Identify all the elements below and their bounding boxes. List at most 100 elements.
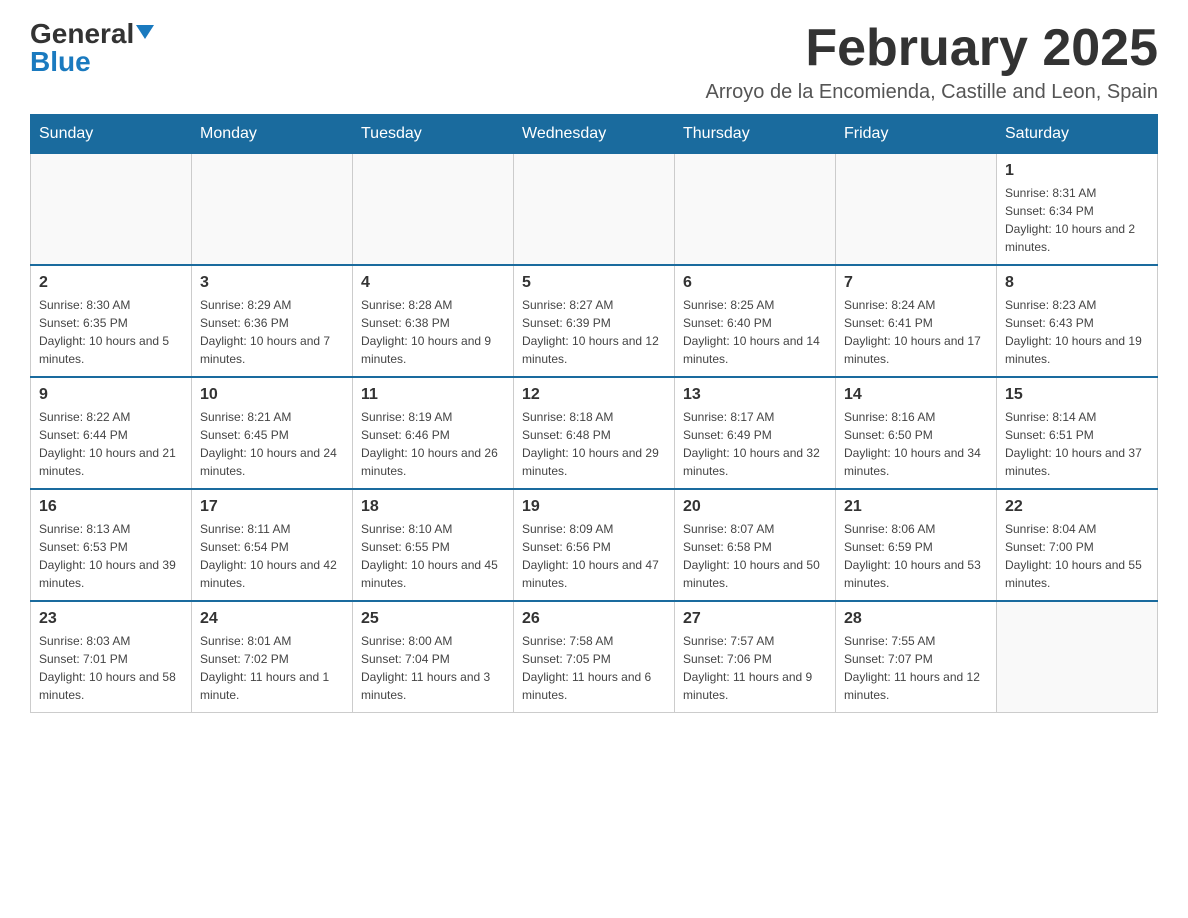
calendar-cell [514, 154, 675, 266]
day-number: 8 [1005, 274, 1149, 292]
calendar-cell: 15 Sunrise: 8:14 AMSunset: 6:51 PMDayligh… [997, 377, 1158, 489]
day-number: 3 [200, 274, 344, 292]
calendar-cell: 24 Sunrise: 8:01 AMSunset: 7:02 PMDayligh… [192, 601, 353, 713]
day-number: 19 [522, 498, 666, 516]
day-info: Sunrise: 8:09 AMSunset: 6:56 PMDaylight:… [522, 520, 666, 592]
calendar-cell: 17 Sunrise: 8:11 AMSunset: 6:54 PMDayligh… [192, 489, 353, 601]
calendar-cell: 28 Sunrise: 7:55 AMSunset: 7:07 PMDayligh… [836, 601, 997, 713]
calendar-cell: 8 Sunrise: 8:23 AMSunset: 6:43 PMDaylight… [997, 265, 1158, 377]
title-section: February 2025 Arroyo de la Encomienda, C… [706, 20, 1159, 104]
logo: GeneralBlue [30, 20, 154, 76]
column-header-thursday: Thursday [675, 115, 836, 154]
day-number: 20 [683, 498, 827, 516]
day-number: 5 [522, 274, 666, 292]
day-info: Sunrise: 8:16 AMSunset: 6:50 PMDaylight:… [844, 408, 988, 480]
day-number: 9 [39, 386, 183, 404]
day-number: 17 [200, 498, 344, 516]
calendar-cell: 9 Sunrise: 8:22 AMSunset: 6:44 PMDaylight… [31, 377, 192, 489]
column-header-wednesday: Wednesday [514, 115, 675, 154]
day-info: Sunrise: 8:21 AMSunset: 6:45 PMDaylight:… [200, 408, 344, 480]
logo-blue-text: Blue [30, 46, 91, 77]
calendar-cell: 7 Sunrise: 8:24 AMSunset: 6:41 PMDaylight… [836, 265, 997, 377]
day-info: Sunrise: 8:00 AMSunset: 7:04 PMDaylight:… [361, 632, 505, 704]
calendar-cell: 11 Sunrise: 8:19 AMSunset: 6:46 PMDayligh… [353, 377, 514, 489]
day-number: 14 [844, 386, 988, 404]
calendar-cell: 25Sunrise: 8:00 AMSunset: 7:04 PMDayligh… [353, 601, 514, 713]
day-info: Sunrise: 8:01 AMSunset: 7:02 PMDaylight:… [200, 632, 344, 704]
calendar-cell [31, 154, 192, 266]
logo-text: GeneralBlue [30, 20, 154, 76]
day-number: 22 [1005, 498, 1149, 516]
day-number: 7 [844, 274, 988, 292]
logo-triangle-icon [136, 25, 154, 39]
calendar-cell: 12 Sunrise: 8:18 AMSunset: 6:48 PMDayligh… [514, 377, 675, 489]
day-info: Sunrise: 7:57 AMSunset: 7:06 PMDaylight:… [683, 632, 827, 704]
calendar-cell: 27 Sunrise: 7:57 AMSunset: 7:06 PMDayligh… [675, 601, 836, 713]
day-number: 21 [844, 498, 988, 516]
column-header-monday: Monday [192, 115, 353, 154]
calendar-header-row: SundayMondayTuesdayWednesdayThursdayFrid… [31, 115, 1158, 154]
calendar-week-row: 2Sunrise: 8:30 AMSunset: 6:35 PMDaylight… [31, 265, 1158, 377]
day-info: Sunrise: 8:18 AMSunset: 6:48 PMDaylight:… [522, 408, 666, 480]
calendar-cell [192, 154, 353, 266]
day-number: 1 [1005, 162, 1149, 180]
calendar-cell [997, 601, 1158, 713]
calendar-cell [675, 154, 836, 266]
day-info: Sunrise: 8:10 AMSunset: 6:55 PMDaylight:… [361, 520, 505, 592]
column-header-sunday: Sunday [31, 115, 192, 154]
day-number: 28 [844, 610, 988, 628]
day-number: 6 [683, 274, 827, 292]
day-number: 24 [200, 610, 344, 628]
day-info: Sunrise: 8:11 AMSunset: 6:54 PMDaylight:… [200, 520, 344, 592]
day-info: Sunrise: 8:14 AMSunset: 6:51 PMDaylight:… [1005, 408, 1149, 480]
day-info: Sunrise: 8:07 AMSunset: 6:58 PMDaylight:… [683, 520, 827, 592]
calendar-cell: 26 Sunrise: 7:58 AMSunset: 7:05 PMDayligh… [514, 601, 675, 713]
calendar-cell [836, 154, 997, 266]
calendar-cell: 13 Sunrise: 8:17 AMSunset: 6:49 PMDayligh… [675, 377, 836, 489]
calendar-subtitle: Arroyo de la Encomienda, Castille and Le… [706, 81, 1159, 104]
calendar-title: February 2025 [706, 20, 1159, 77]
calendar-cell: 21 Sunrise: 8:06 AMSunset: 6:59 PMDayligh… [836, 489, 997, 601]
day-info: Sunrise: 8:24 AMSunset: 6:41 PMDaylight:… [844, 296, 988, 368]
calendar-cell: 19 Sunrise: 8:09 AMSunset: 6:56 PMDayligh… [514, 489, 675, 601]
day-number: 12 [522, 386, 666, 404]
day-info: Sunrise: 8:27 AMSunset: 6:39 PMDaylight:… [522, 296, 666, 368]
column-header-tuesday: Tuesday [353, 115, 514, 154]
day-info: Sunrise: 8:19 AMSunset: 6:46 PMDaylight:… [361, 408, 505, 480]
calendar-cell: 14 Sunrise: 8:16 AMSunset: 6:50 PMDayligh… [836, 377, 997, 489]
calendar-cell [353, 154, 514, 266]
calendar-cell: 10Sunrise: 8:21 AMSunset: 6:45 PMDayligh… [192, 377, 353, 489]
day-number: 11 [361, 386, 505, 404]
day-info: Sunrise: 8:22 AMSunset: 6:44 PMDaylight:… [39, 408, 183, 480]
day-number: 18 [361, 498, 505, 516]
day-info: Sunrise: 8:31 AMSunset: 6:34 PMDaylight:… [1005, 184, 1149, 256]
day-info: Sunrise: 8:04 AMSunset: 7:00 PMDaylight:… [1005, 520, 1149, 592]
calendar-cell: 16 Sunrise: 8:13 AMSunset: 6:53 PMDayligh… [31, 489, 192, 601]
calendar-cell: 3 Sunrise: 8:29 AMSunset: 6:36 PMDaylight… [192, 265, 353, 377]
day-info: Sunrise: 8:23 AMSunset: 6:43 PMDaylight:… [1005, 296, 1149, 368]
calendar-table: SundayMondayTuesdayWednesdayThursdayFrid… [30, 114, 1158, 713]
day-info: Sunrise: 7:58 AMSunset: 7:05 PMDaylight:… [522, 632, 666, 704]
calendar-cell: 23Sunrise: 8:03 AMSunset: 7:01 PMDayligh… [31, 601, 192, 713]
calendar-cell: 22 Sunrise: 8:04 AMSunset: 7:00 PMDayligh… [997, 489, 1158, 601]
column-header-saturday: Saturday [997, 115, 1158, 154]
day-info: Sunrise: 8:29 AMSunset: 6:36 PMDaylight:… [200, 296, 344, 368]
day-info: Sunrise: 8:13 AMSunset: 6:53 PMDaylight:… [39, 520, 183, 592]
calendar-cell: 1 Sunrise: 8:31 AMSunset: 6:34 PMDaylight… [997, 154, 1158, 266]
calendar-week-row: 9 Sunrise: 8:22 AMSunset: 6:44 PMDaylight… [31, 377, 1158, 489]
calendar-cell: 6 Sunrise: 8:25 AMSunset: 6:40 PMDaylight… [675, 265, 836, 377]
day-number: 4 [361, 274, 505, 292]
day-info: Sunrise: 8:30 AMSunset: 6:35 PMDaylight:… [39, 296, 183, 368]
day-number: 16 [39, 498, 183, 516]
day-info: Sunrise: 8:17 AMSunset: 6:49 PMDaylight:… [683, 408, 827, 480]
day-number: 15 [1005, 386, 1149, 404]
day-number: 27 [683, 610, 827, 628]
calendar-cell: 2Sunrise: 8:30 AMSunset: 6:35 PMDaylight… [31, 265, 192, 377]
day-info: Sunrise: 8:28 AMSunset: 6:38 PMDaylight:… [361, 296, 505, 368]
day-number: 13 [683, 386, 827, 404]
day-info: Sunrise: 8:03 AMSunset: 7:01 PMDaylight:… [39, 632, 183, 704]
day-info: Sunrise: 8:25 AMSunset: 6:40 PMDaylight:… [683, 296, 827, 368]
day-info: Sunrise: 8:06 AMSunset: 6:59 PMDaylight:… [844, 520, 988, 592]
day-info: Sunrise: 7:55 AMSunset: 7:07 PMDaylight:… [844, 632, 988, 704]
day-number: 26 [522, 610, 666, 628]
